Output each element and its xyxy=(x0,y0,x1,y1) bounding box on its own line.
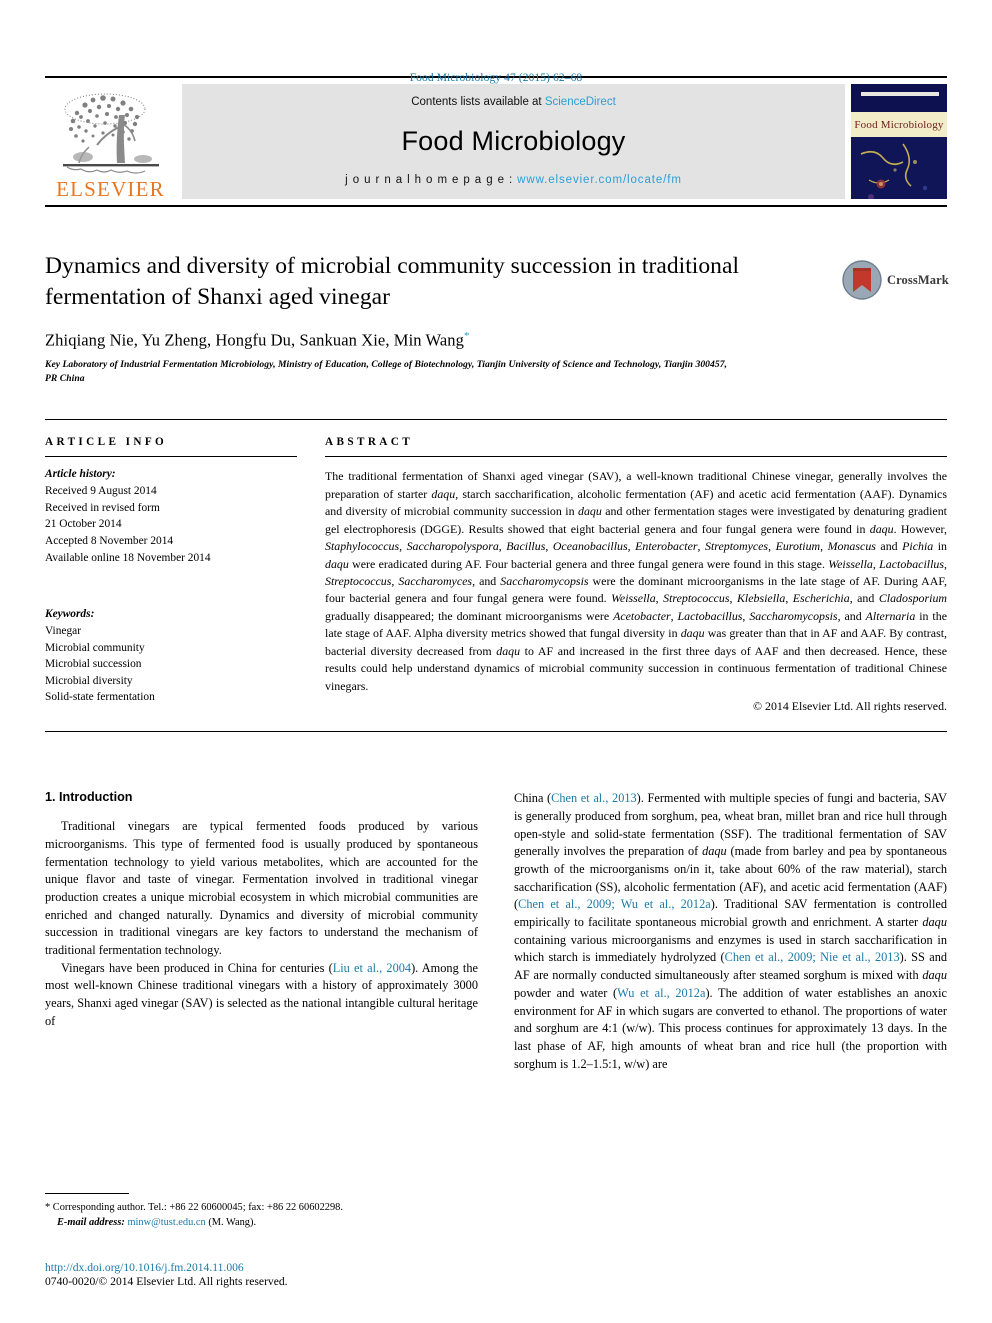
article-info-rule xyxy=(45,456,297,458)
article-title: Dynamics and diversity of microbial comm… xyxy=(45,253,740,310)
journal-article-page: Food Microbiology 47 (2015) 62–68 ELSEVI… xyxy=(0,0,992,1323)
contents-prefix: Contents lists available at xyxy=(411,96,545,108)
email-address-label: E-mail address: xyxy=(57,1217,125,1229)
abstract-column: ABSTRACT The traditional fermentation of… xyxy=(325,436,947,714)
corresponding-email-link[interactable]: minw@tust.edu.cn xyxy=(127,1217,205,1228)
doi-link[interactable]: http://dx.doi.org/10.1016/j.fm.2014.11.0… xyxy=(45,1261,244,1274)
abstract-heading: ABSTRACT xyxy=(325,436,414,449)
keyword-item: Solid-state fermentation xyxy=(45,691,155,704)
keyword-item: Microbial community xyxy=(45,641,145,654)
abstract-rule xyxy=(325,456,947,458)
journal-cover-thumbnail: Food Microbiology xyxy=(851,84,947,199)
footnote-line-email: E-mail address: minw@tust.edu.cn (M. Wan… xyxy=(45,1215,465,1231)
journal-banner: Contents lists available at ScienceDirec… xyxy=(182,84,845,199)
paragraph: Traditional vinegars are typical ferment… xyxy=(45,819,478,958)
section-heading-introduction: 1. Introduction xyxy=(45,790,133,805)
elsevier-tree-icon xyxy=(59,87,163,179)
doi-link-wrapper[interactable]: http://dx.doi.org/10.1016/j.fm.2014.11.0… xyxy=(45,1261,288,1274)
article-history-label: Article history: xyxy=(45,468,116,481)
affiliation: Key Laboratory of Industrial Fermentatio… xyxy=(45,358,728,384)
sciencedirect-link[interactable]: ScienceDirect xyxy=(545,96,616,108)
contents-available-line: Contents lists available at ScienceDirec… xyxy=(411,96,616,108)
corresponding-author-marker[interactable]: * xyxy=(464,330,470,342)
abstract-copyright: © 2014 Elsevier Ltd. All rights reserved… xyxy=(753,699,947,714)
history-item: Received in revised form xyxy=(45,501,160,514)
journal-homepage-line: j o u r n a l h o m e p a g e : www.else… xyxy=(345,174,682,186)
article-info-column: ARTICLE INFO Article history: Received 9… xyxy=(45,436,297,714)
footnote-line-tel: * Corresponding author. Tel.: +86 22 606… xyxy=(45,1201,343,1213)
running-head: Food Microbiology 47 (2015) 62–68 xyxy=(409,72,583,84)
info-abstract-section: ARTICLE INFO Article history: Received 9… xyxy=(45,419,947,714)
article-info-heading: ARTICLE INFO xyxy=(45,436,168,449)
abstract-text: The traditional fermentation of Shanxi a… xyxy=(325,469,948,693)
email-suffix: (M. Wang). xyxy=(205,1217,257,1229)
crossmark-badge[interactable]: CrossMark xyxy=(842,255,949,305)
history-item: 21 October 2014 xyxy=(45,518,122,531)
keywords-block: Keywords: Vinegar Microbial community Mi… xyxy=(45,606,297,706)
title-block: Dynamics and diversity of microbial comm… xyxy=(45,251,949,385)
keywords-label: Keywords: xyxy=(45,608,95,621)
journal-title: Food Microbiology xyxy=(401,125,626,156)
homepage-prefix: j o u r n a l h o m e p a g e : xyxy=(345,174,518,186)
history-item: Received 9 August 2014 xyxy=(45,485,157,498)
elsevier-logo: ELSEVIER xyxy=(45,78,176,205)
crossmark-label: CrossMark xyxy=(887,272,949,287)
body-columns: 1. Introduction Traditional vinegars are… xyxy=(45,790,947,1073)
author-names: Zhiqiang Nie, Yu Zheng, Hongfu Du, Sanku… xyxy=(45,330,465,350)
issn-copyright-line: 0740-0020/© 2014 Elsevier Ltd. All right… xyxy=(45,1275,288,1288)
corresponding-author-footnote: * Corresponding author. Tel.: +86 22 606… xyxy=(45,1192,465,1231)
paragraph: China (Chen et al., 2013). Fermented wit… xyxy=(514,791,948,1071)
history-item: Available online 18 November 2014 xyxy=(45,551,211,564)
keyword-item: Vinegar xyxy=(45,624,82,637)
body-column-right: China (Chen et al., 2013). Fermented wit… xyxy=(514,790,947,1073)
keyword-item: Microbial succession xyxy=(45,658,142,671)
page-footer: http://dx.doi.org/10.1016/j.fm.2014.11.0… xyxy=(45,1261,288,1288)
journal-homepage-link[interactable]: www.elsevier.com/locate/fm xyxy=(517,174,682,186)
crossmark-icon xyxy=(842,260,882,300)
article-history-block: Article history: Received 9 August 2014 … xyxy=(45,466,297,566)
author-list: Zhiqiang Nie, Yu Zheng, Hongfu Du, Sanku… xyxy=(45,330,947,351)
history-item: Accepted 8 November 2014 xyxy=(45,534,174,547)
cover-artwork xyxy=(851,137,947,199)
body-column-left: 1. Introduction Traditional vinegars are… xyxy=(45,790,478,1073)
elsevier-wordmark: ELSEVIER xyxy=(56,177,165,201)
abstract-bottom-rule xyxy=(45,731,947,733)
footnote-rule xyxy=(45,1192,129,1194)
paragraph: Vinegars have been produced in China for… xyxy=(45,960,478,1028)
journal-masthead: ELSEVIER Contents lists available at Sci… xyxy=(45,76,947,207)
keyword-item: Microbial diversity xyxy=(45,674,133,687)
